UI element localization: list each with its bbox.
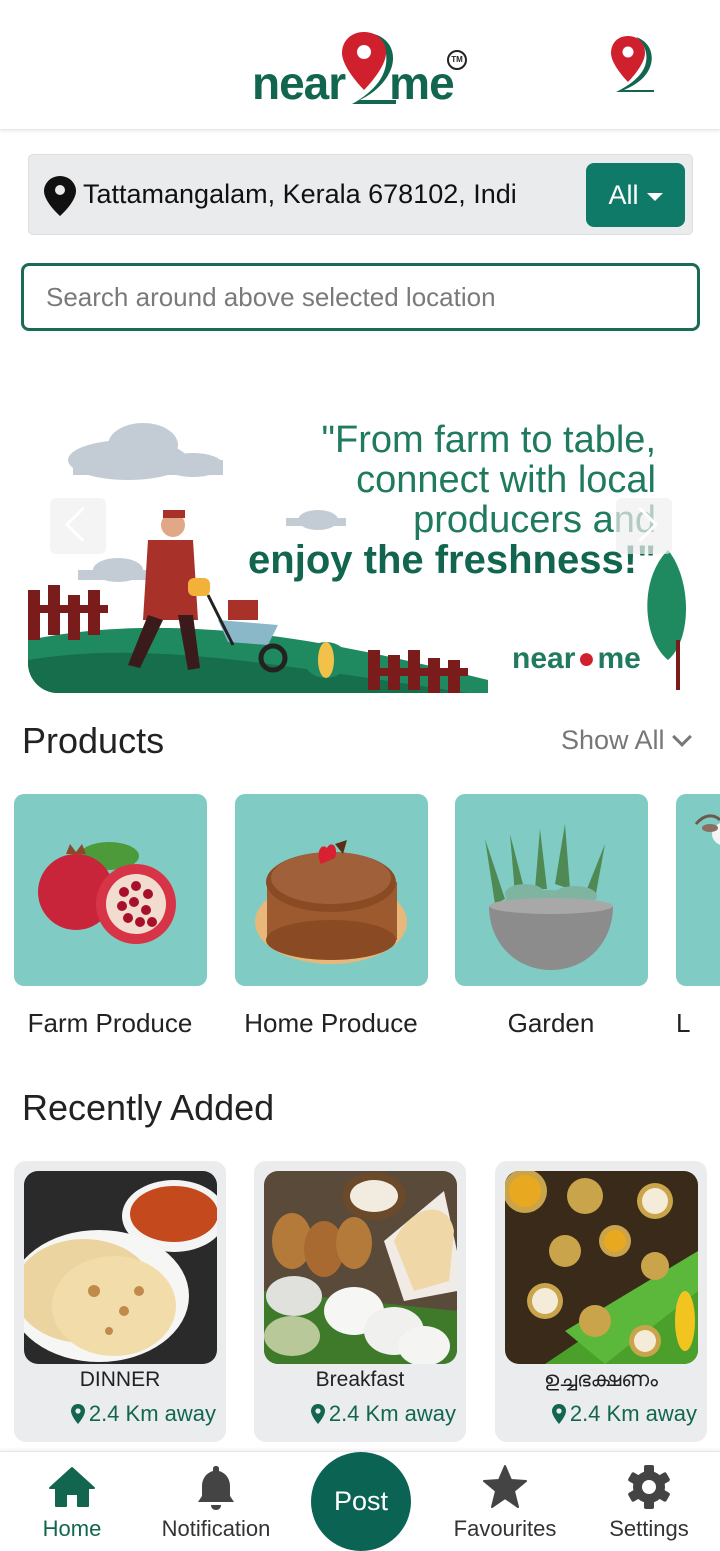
map-pin-logo-icon[interactable] [608,34,654,92]
recently-added-heading: Recently Added [22,1087,275,1128]
gear-icon [628,1465,670,1509]
product-category-label: Home Produce [244,1008,418,1038]
product-category-label: L [676,1008,691,1038]
products-heading: Products [22,720,165,761]
product-category-card[interactable]: L [676,794,720,1038]
product-image [235,794,428,986]
listing-title: ഉച്ചഭക്ഷണം [544,1368,658,1391]
listing-image [24,1171,217,1364]
goat-image [694,814,720,845]
product-category-card[interactable]: Home Produce [235,794,428,1038]
trademark-badge: TM [447,50,467,70]
listing-image [505,1171,698,1364]
nav-home[interactable]: Home [32,1462,112,1546]
products-carousel[interactable]: Farm Produce Home Produce Garden L [0,794,720,1054]
listing-card[interactable]: ഉച്ചഭക്ഷണം 2.4 Km away [495,1161,707,1442]
location-bar[interactable]: Tattamangalam, Kerala 678102, India All [28,154,693,235]
map-marker-icon [551,1404,566,1424]
listing-image [264,1171,457,1364]
product-category-label: Farm Produce [27,1008,193,1038]
product-image [455,794,648,986]
listing-distance: 2.4 Km away [310,1401,456,1427]
chocolate-cake-image [255,840,407,964]
category-filter-dropdown[interactable]: All [586,163,685,227]
caret-down-icon [646,192,663,201]
logo-pin-icon [342,32,396,104]
filter-label: All [608,179,639,210]
recently-added-carousel[interactable]: DINNER 2.4 Km away Breakfast 2.4 Km away… [0,1161,720,1443]
map-marker-icon [70,1404,85,1424]
carousel-prev-button[interactable] [50,498,106,554]
nav-settings[interactable]: Settings [604,1462,694,1546]
listing-card[interactable]: DINNER 2.4 Km away [14,1161,226,1442]
promo-banner[interactable]: "From farm to table, connect with local … [28,410,692,693]
listing-title: Breakfast [315,1368,405,1391]
search-input[interactable] [21,263,700,331]
carousel-next-button[interactable] [616,498,672,554]
product-category-label: Garden [507,1008,595,1038]
map-marker-icon [44,176,76,216]
post-button[interactable]: Post [311,1452,411,1551]
banner-brand-logo: near●me [512,642,641,675]
nav-notification[interactable]: Notification [156,1462,276,1546]
show-all-link[interactable]: Show All [561,725,692,756]
near2me-logo: near me TM [252,28,472,109]
star-icon [483,1465,527,1508]
listing-distance: 2.4 Km away [70,1401,216,1427]
listing-card[interactable]: Breakfast 2.4 Km away [254,1161,466,1442]
map-marker-icon [310,1404,325,1424]
product-image [14,794,207,986]
chevron-down-icon [671,726,692,747]
home-icon [49,1467,95,1507]
listing-title: DINNER [79,1368,161,1391]
bell-icon [198,1466,234,1510]
nav-favourites[interactable]: Favourites [450,1462,560,1546]
idli-vada-dosa-image [264,1171,457,1364]
banner-quote: "From farm to table, connect with local … [248,419,656,582]
succulent-pot-image [485,824,613,970]
logo-text-near: near [252,57,346,109]
parotta-curry-image [24,1171,217,1364]
logo-text-me: me [389,57,454,109]
selected-location-text[interactable]: Tattamangalam, Kerala 678102, India [83,179,515,210]
product-category-card[interactable]: Farm Produce [14,794,207,1038]
pomegranate-image [38,842,176,944]
product-category-card[interactable]: Garden [455,794,648,1038]
listing-distance: 2.4 Km away [551,1401,697,1427]
app-header: near me TM [0,0,720,130]
product-image [676,794,720,986]
sadya-meal-image [505,1171,698,1364]
